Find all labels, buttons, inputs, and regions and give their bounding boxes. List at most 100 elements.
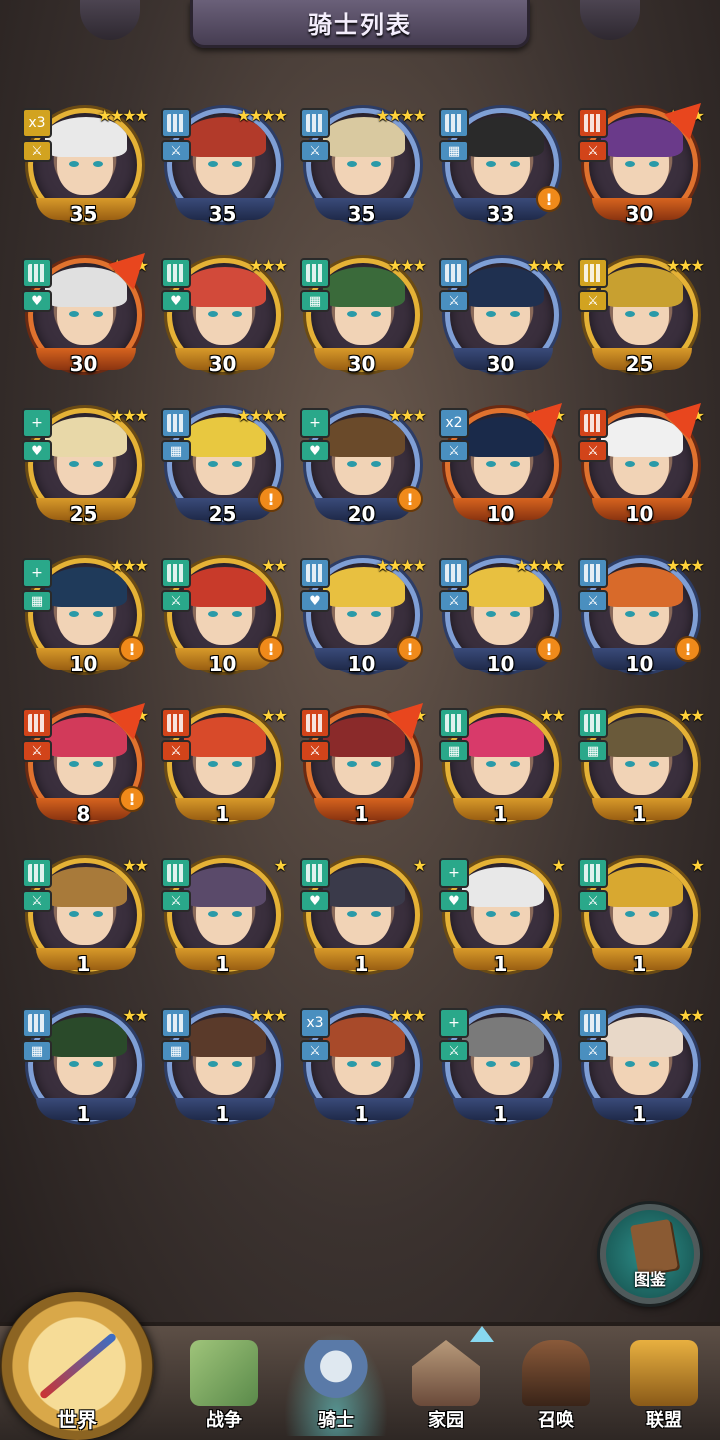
knight-card[interactable]: 35 ★★★★ x3 ⚔ xyxy=(14,102,153,252)
grid-icon: ▦ xyxy=(22,590,52,612)
knight-card[interactable]: 35 ★★★★ ⚔ xyxy=(292,102,431,252)
knight-card[interactable]: 30 ★★★ ⚔ xyxy=(570,90,714,252)
knight-eye xyxy=(486,911,496,917)
knight-card[interactable]: 25 ★★★ ⚔ xyxy=(570,252,709,402)
alliance-icon xyxy=(630,1340,698,1406)
badge-pattern-icon xyxy=(584,714,602,732)
badge-pattern-icon xyxy=(306,714,324,732)
knight-card[interactable]: 30 ★★★ ⚔ xyxy=(431,252,570,402)
knight-level: 1 xyxy=(632,1102,647,1126)
badge-pattern-icon xyxy=(306,264,324,282)
knight-card[interactable]: 1 ★ ♥ xyxy=(292,852,431,1002)
knight-eye xyxy=(93,161,103,167)
knight-card[interactable]: 30 ★★★ ♥ xyxy=(14,240,158,402)
star-rating: ★★★★ xyxy=(236,106,288,125)
alert-icon: ! xyxy=(258,636,284,662)
class-badge-text: + xyxy=(448,865,460,881)
knight-card[interactable]: 1 ★★ ▦ xyxy=(431,702,570,852)
class-badge-icon: + xyxy=(439,1008,469,1038)
knight-card[interactable]: 10 ★★★ ⚔! xyxy=(570,552,709,702)
knight-card[interactable]: 1 ★★ ⚔ xyxy=(292,690,436,852)
knight-eye xyxy=(510,161,520,167)
badge-pattern-icon xyxy=(306,114,324,132)
knight-card[interactable]: 1 ★ ⚔ xyxy=(570,852,709,1002)
knight-card[interactable]: 8 ★ ⚔! xyxy=(14,690,158,852)
badge-pattern-icon xyxy=(167,114,185,132)
knight-eye xyxy=(69,611,79,617)
nav-alliance-button[interactable]: 联盟 xyxy=(612,1332,716,1436)
knight-card[interactable]: 33 ★★★ ▦! xyxy=(431,102,570,252)
knight-hair xyxy=(462,1017,544,1057)
knight-level: 1 xyxy=(632,802,647,826)
knight-card[interactable]: 25 ★★★ + ♥ xyxy=(14,402,153,552)
nav-home-button[interactable]: 家园 xyxy=(394,1332,498,1436)
sword-icon: ⚔ xyxy=(161,590,191,612)
knight-card[interactable]: 1 ★★ ▦ xyxy=(570,702,709,852)
star-rating: ★★★ xyxy=(526,106,566,125)
knight-hair xyxy=(184,867,266,907)
knight-level: 30 xyxy=(69,352,98,376)
knight-card[interactable]: 1 ★ ⚔ xyxy=(153,852,292,1002)
knight-card[interactable]: 10 ★★★★ ⚔! xyxy=(431,552,570,702)
nav-knight-button[interactable]: 骑士 xyxy=(284,1332,388,1436)
knight-eye xyxy=(649,911,659,917)
knight-hair xyxy=(601,417,683,457)
knight-eye xyxy=(347,911,357,917)
knight-eye xyxy=(371,761,381,767)
knight-eye xyxy=(69,461,79,467)
knight-card[interactable]: 1 ★★★ ▦ xyxy=(153,1002,292,1152)
train-icon xyxy=(522,1340,590,1406)
badge-pattern-icon xyxy=(584,264,602,282)
knight-level: 10 xyxy=(625,502,654,526)
knight-level: 1 xyxy=(354,952,369,976)
codex-button[interactable]: 图鉴 xyxy=(600,1204,700,1304)
nav-war-button[interactable]: 战争 xyxy=(172,1332,276,1436)
knight-card[interactable]: 30 ★★★ ▦ xyxy=(292,252,431,402)
sword-icon: ⚔ xyxy=(439,440,469,462)
knight-card[interactable]: 10 ★★★ x2 ⚔ xyxy=(431,390,575,552)
heart-icon: ♥ xyxy=(439,890,469,912)
knight-eye xyxy=(232,611,242,617)
knight-eye xyxy=(371,911,381,917)
sword-icon: ⚔ xyxy=(300,140,330,162)
knight-level: 1 xyxy=(354,802,369,826)
class-badge-icon xyxy=(22,858,52,888)
knight-card[interactable]: 1 ★★ ▦ xyxy=(14,1002,153,1152)
knight-eye xyxy=(208,311,218,317)
knight-card[interactable]: 10 ★★ ⚔! xyxy=(153,552,292,702)
sword-icon: ⚔ xyxy=(161,890,191,912)
class-badge-icon xyxy=(161,108,191,138)
knight-card[interactable]: 1 ★★★ x3 ⚔ xyxy=(292,1002,431,1152)
nav-summon-button[interactable]: 召唤 xyxy=(504,1332,608,1436)
heart-icon: ♥ xyxy=(22,290,52,312)
knight-card[interactable]: 20 ★★★ + ♥! xyxy=(292,402,431,552)
knight-card[interactable]: 10 ★ ⚔ xyxy=(570,390,714,552)
knight-hair xyxy=(601,867,683,907)
knight-hair xyxy=(601,1017,683,1057)
knight-card[interactable]: 35 ★★★★ ⚔ xyxy=(153,102,292,252)
nav-world-button[interactable]: 世界 xyxy=(0,1292,154,1440)
knight-row: 35 ★★★★ x3 ⚔ 35 ★★★★ ⚔ 35 ★★★★ ⚔ 33 ★★★ ▦! 30 ★★★ ⚔ xyxy=(14,90,714,252)
class-badge-icon xyxy=(578,558,608,588)
knight-eye xyxy=(625,161,635,167)
knight-level: 1 xyxy=(493,952,508,976)
knight-eye xyxy=(371,611,381,617)
knight-grid: 35 ★★★★ x3 ⚔ 35 ★★★★ ⚔ 35 ★★★★ ⚔ 33 ★★★ ▦! 30 ★★★ ⚔ 30 ★★… xyxy=(14,90,714,1152)
knight-eye xyxy=(625,1061,635,1067)
knight-card[interactable]: 1 ★★ + ⚔ xyxy=(431,1002,570,1152)
class-badge-text: x3 xyxy=(28,115,46,131)
knight-card[interactable]: 30 ★★★ ♥ xyxy=(153,252,292,402)
knight-eye xyxy=(625,611,635,617)
knight-card[interactable]: 10 ★★★★ ♥! xyxy=(292,552,431,702)
knight-card[interactable]: 25 ★★★★ ▦! xyxy=(153,402,292,552)
star-rating: ★ xyxy=(551,856,566,875)
knight-hair xyxy=(462,867,544,907)
knight-level: 25 xyxy=(625,352,654,376)
knight-card[interactable]: 10 ★★★ + ▦! xyxy=(14,552,153,702)
knight-card[interactable]: 1 ★ + ♥ xyxy=(431,852,570,1002)
knight-card[interactable]: 1 ★★ ⚔ xyxy=(14,852,153,1002)
knight-card[interactable]: 1 ★★ ⚔ xyxy=(570,1002,709,1152)
star-rating: ★★★★ xyxy=(375,556,427,575)
knight-card[interactable]: 1 ★★ ⚔ xyxy=(153,702,292,852)
knight-eye xyxy=(69,1061,79,1067)
